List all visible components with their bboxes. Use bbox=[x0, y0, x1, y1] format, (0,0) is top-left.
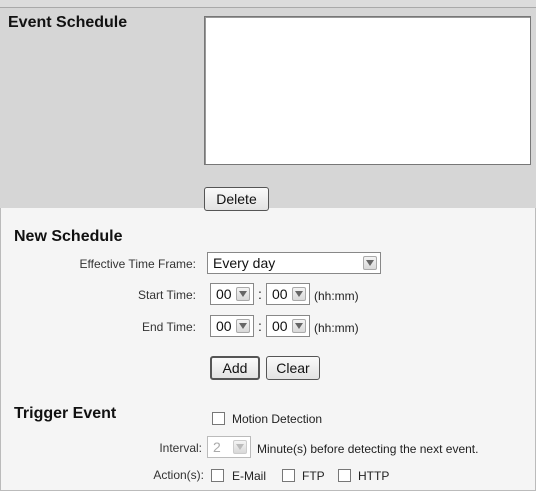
end-hour-value: 00 bbox=[216, 318, 232, 334]
start-minute-value: 00 bbox=[272, 286, 288, 302]
chevron-down-icon bbox=[292, 319, 306, 333]
motion-detection-label: Motion Detection bbox=[232, 412, 323, 426]
end-time-separator: : bbox=[258, 318, 262, 334]
ftp-label: FTP bbox=[302, 469, 325, 483]
end-minute-value: 00 bbox=[272, 318, 288, 334]
interval-suffix: Minute(s) before detecting the next even… bbox=[257, 442, 479, 456]
end-time-format: (hh:mm) bbox=[314, 321, 359, 335]
event-schedule-list[interactable] bbox=[204, 16, 531, 165]
start-time-separator: : bbox=[258, 286, 262, 302]
effective-time-frame-label: Effective Time Frame: bbox=[79, 257, 196, 271]
new-schedule-title: New Schedule bbox=[14, 228, 123, 245]
end-time-label: End Time: bbox=[141, 320, 196, 334]
delete-button[interactable]: Delete bbox=[204, 187, 269, 211]
add-button[interactable]: Add bbox=[210, 356, 260, 380]
event-schedule-title: Event Schedule bbox=[8, 14, 128, 31]
start-hour-select[interactable]: 00 bbox=[210, 283, 254, 305]
end-hour-select[interactable]: 00 bbox=[210, 315, 254, 337]
start-time-format: (hh:mm) bbox=[314, 289, 359, 303]
chevron-down-icon bbox=[363, 256, 377, 270]
interval-select[interactable]: 2 bbox=[207, 436, 251, 458]
interval-label: Interval: bbox=[159, 441, 202, 455]
chevron-down-icon bbox=[236, 287, 250, 301]
effective-time-frame-value: Every day bbox=[213, 255, 276, 271]
motion-detection-checkbox[interactable] bbox=[212, 412, 225, 425]
actions-label: Action(s): bbox=[153, 468, 204, 482]
http-checkbox[interactable] bbox=[338, 469, 351, 482]
email-label: E-Mail bbox=[232, 469, 267, 483]
trigger-event-title: Trigger Event bbox=[14, 405, 117, 422]
chevron-down-icon bbox=[236, 319, 250, 333]
start-minute-select[interactable]: 00 bbox=[266, 283, 310, 305]
email-checkbox[interactable] bbox=[211, 469, 224, 482]
clear-button[interactable]: Clear bbox=[266, 356, 320, 380]
ftp-checkbox[interactable] bbox=[282, 469, 295, 482]
http-label: HTTP bbox=[358, 469, 390, 483]
start-hour-value: 00 bbox=[216, 286, 232, 302]
chevron-down-icon bbox=[292, 287, 306, 301]
interval-value: 2 bbox=[213, 439, 221, 455]
chevron-down-icon bbox=[233, 440, 247, 454]
effective-time-frame-select[interactable]: Every day bbox=[207, 252, 381, 274]
start-time-label: Start Time: bbox=[137, 288, 196, 302]
top-divider bbox=[0, 0, 536, 8]
end-minute-select[interactable]: 00 bbox=[266, 315, 310, 337]
